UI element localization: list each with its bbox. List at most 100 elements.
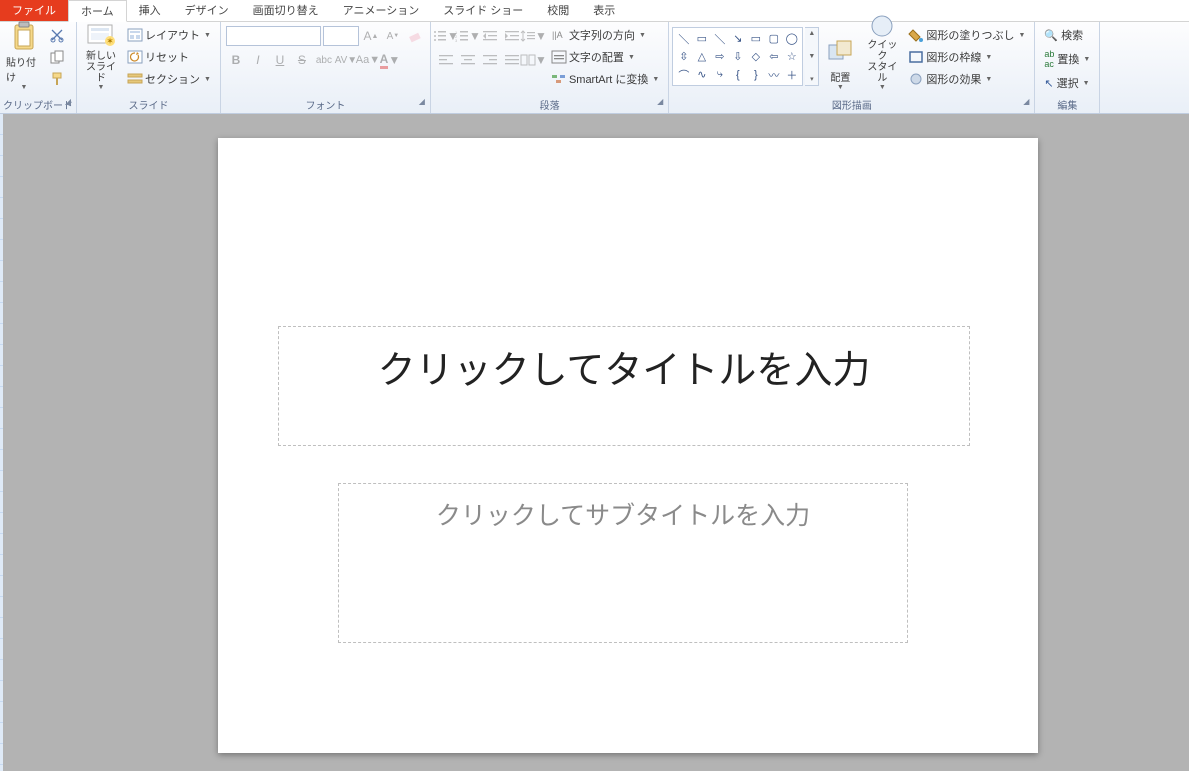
columns-button[interactable]: ▼: [524, 50, 544, 70]
shape-curve-icon[interactable]: ∿: [693, 66, 710, 83]
new-slide-button[interactable]: ✶ 新しい スライド ▼: [80, 24, 122, 94]
shape-outline-button[interactable]: 図形の枠線▼: [905, 47, 1029, 67]
shape-rect2-icon[interactable]: ▭: [747, 30, 764, 47]
section-icon: [128, 73, 142, 85]
dialog-launcher-icon[interactable]: ◢: [657, 97, 663, 106]
shape-effects-button[interactable]: 図形の効果▼: [905, 69, 1029, 89]
tab-animations[interactable]: アニメーション: [331, 0, 432, 21]
tab-design[interactable]: デザイン: [173, 0, 241, 21]
cut-button[interactable]: [47, 25, 67, 45]
shape-line-icon[interactable]: ＼: [675, 30, 692, 47]
find-icon: 🔍: [1044, 29, 1058, 42]
find-button[interactable]: 🔍検索: [1040, 25, 1094, 45]
svg-text:✶: ✶: [106, 36, 114, 46]
smartart-button[interactable]: SmartArt に変換▼: [548, 69, 663, 89]
tab-insert[interactable]: 挿入: [127, 0, 173, 21]
effects-icon: [909, 73, 923, 85]
shape-brace-icon[interactable]: {: [729, 66, 746, 83]
shape-oval-icon[interactable]: ◯: [783, 30, 800, 47]
shape-brace2-icon[interactable]: }: [747, 66, 764, 83]
underline-button[interactable]: U: [270, 50, 290, 70]
text-direction-button[interactable]: ||A文字列の方向▼: [548, 25, 663, 45]
group-paragraph: ▼ 123▼ ▼ ▼ ||A文字列の方向▼ 文字の配置▼ SmartArt に: [431, 22, 669, 113]
shape-star-icon[interactable]: ☆: [783, 48, 800, 65]
title-placeholder[interactable]: クリックしてタイトルを入力: [278, 326, 970, 446]
shape-line3-icon[interactable]: ↘: [729, 30, 746, 47]
copy-button[interactable]: [47, 47, 67, 67]
font-size-select[interactable]: [323, 26, 359, 46]
tab-bar: ファイル ホーム 挿入 デザイン 画面切り替え アニメーション スライド ショー…: [0, 0, 1189, 22]
tab-review[interactable]: 校閲: [535, 0, 581, 21]
select-button[interactable]: ↖選択▼: [1040, 73, 1094, 93]
grow-font-button[interactable]: A▲: [361, 26, 381, 46]
arrange-icon: [824, 35, 856, 67]
dropdown-icon: ▼: [98, 84, 105, 91]
font-color-button[interactable]: A▼: [380, 50, 400, 70]
reset-button[interactable]: リセット: [124, 47, 215, 67]
shape-scribble-icon[interactable]: 〰: [765, 66, 782, 83]
clear-format-button[interactable]: [405, 26, 425, 46]
shape-fill-button[interactable]: 図形の塗りつぶし▼: [905, 25, 1029, 45]
decrease-indent-button[interactable]: [480, 26, 500, 46]
paragraph-group-label: 段落: [540, 101, 560, 112]
shape-line2-icon[interactable]: ＼: [711, 30, 728, 47]
tab-file[interactable]: ファイル: [0, 0, 68, 21]
format-painter-button[interactable]: [47, 69, 67, 89]
text-align-vertical-button[interactable]: 文字の配置▼: [548, 47, 663, 67]
title-placeholder-text: クリックしてタイトルを入力: [378, 339, 871, 394]
slide[interactable]: クリックしてタイトルを入力 クリックしてサブタイトルを入力: [218, 138, 1038, 753]
shape-arrowd-icon[interactable]: ⇩: [729, 48, 746, 65]
reset-icon: [128, 51, 142, 63]
shape-tb-icon[interactable]: ⇳: [675, 48, 692, 65]
change-case-button[interactable]: Aa▼: [358, 50, 378, 70]
increase-indent-button[interactable]: [502, 26, 522, 46]
tab-home[interactable]: ホーム: [68, 0, 127, 22]
bullets-button[interactable]: ▼: [436, 26, 456, 46]
text-align-icon: [552, 51, 566, 63]
layout-button[interactable]: レイアウト▼: [124, 25, 215, 45]
shape-conn-icon[interactable]: ⤷: [711, 66, 728, 83]
replace-button[interactable]: abac置換▼: [1040, 47, 1094, 71]
shape-rr-icon[interactable]: ▢: [765, 30, 782, 47]
tab-transitions[interactable]: 画面切り替え: [241, 0, 331, 21]
group-drawing: ＼ ▭ ＼ ↘ ▭ ▢ ◯ ⇳ △ ⇨ ⇩ ◇ ⇦ ☆ ⌒ ∿ ⤷: [669, 22, 1035, 113]
dialog-launcher-icon[interactable]: ◢: [419, 97, 425, 106]
shape-rect-icon[interactable]: ▭: [693, 30, 710, 47]
dialog-launcher-icon[interactable]: ◢: [65, 97, 71, 106]
shapes-scroll[interactable]: ▲▼▾: [805, 27, 819, 86]
shapes-gallery[interactable]: ＼ ▭ ＼ ↘ ▭ ▢ ◯ ⇳ △ ⇨ ⇩ ◇ ⇦ ☆ ⌒ ∿ ⤷: [672, 27, 803, 86]
shadow-button[interactable]: abc: [314, 50, 334, 70]
tab-slideshow[interactable]: スライド ショー: [431, 0, 535, 21]
subtitle-placeholder[interactable]: クリックしてサブタイトルを入力: [338, 483, 908, 643]
shrink-font-button[interactable]: A▼: [383, 26, 403, 46]
shape-tri-icon[interactable]: △: [693, 48, 710, 65]
shape-arc-icon[interactable]: ⌒: [675, 66, 692, 83]
align-center-button[interactable]: [458, 50, 478, 70]
quick-styles-button[interactable]: クイック スタイル▼: [861, 24, 903, 94]
replace-icon: abac: [1044, 49, 1054, 69]
char-spacing-button[interactable]: AV▼: [336, 50, 356, 70]
quick-styles-icon: [866, 14, 898, 38]
smartart-icon: [552, 73, 566, 85]
dialog-launcher-icon[interactable]: ◢: [1023, 97, 1029, 106]
shape-arrowr-icon[interactable]: ⇨: [711, 48, 728, 65]
arrange-button[interactable]: 配置▼: [819, 24, 861, 94]
tab-view[interactable]: 表示: [581, 0, 627, 21]
align-left-button[interactable]: [436, 50, 456, 70]
italic-button[interactable]: I: [248, 50, 268, 70]
clipboard-group-label: クリップボード: [3, 101, 73, 112]
shape-arrowl-icon[interactable]: ⇦: [765, 48, 782, 65]
slide-canvas-area: クリックしてタイトルを入力 クリックしてサブタイトルを入力: [0, 114, 1189, 771]
align-right-button[interactable]: [480, 50, 500, 70]
section-button[interactable]: セクション▼: [124, 69, 215, 89]
line-spacing-button[interactable]: ▼: [524, 26, 544, 46]
strikethrough-button[interactable]: S: [292, 50, 312, 70]
font-family-select[interactable]: [226, 26, 321, 46]
bold-button[interactable]: B: [226, 50, 246, 70]
svg-text:3: 3: [455, 38, 458, 43]
shape-diamond-icon[interactable]: ◇: [747, 48, 764, 65]
numbering-button[interactable]: 123▼: [458, 26, 478, 46]
paste-button[interactable]: 貼り付け ▼: [3, 24, 45, 94]
justify-button[interactable]: [502, 50, 522, 70]
shape-plus-icon[interactable]: ＋: [783, 66, 800, 83]
